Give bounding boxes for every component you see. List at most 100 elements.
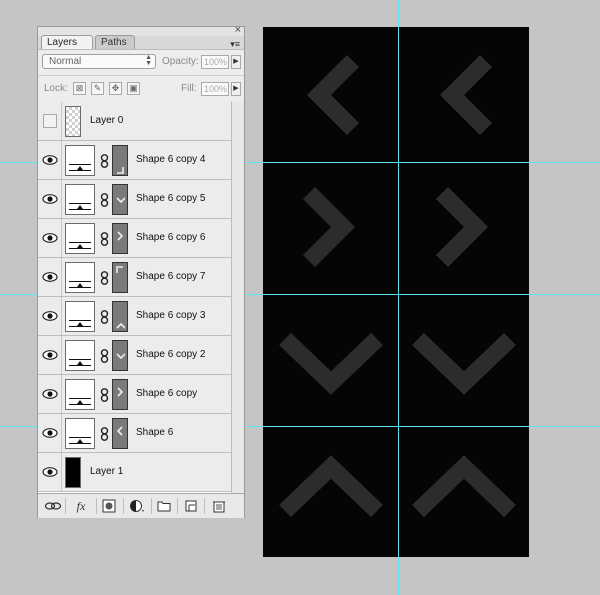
layers-scrollbar[interactable] [231, 102, 244, 493]
vector-layer-thumbnail [65, 418, 95, 449]
new-layer-icon[interactable] [182, 499, 200, 513]
arrow-down-icon [116, 197, 125, 204]
vector-mask-thumbnail[interactable] [112, 262, 128, 293]
arrow-left-icon [116, 426, 123, 436]
layer-row[interactable]: Layer 1 [38, 453, 231, 492]
arrow-down-icon [116, 353, 125, 360]
layer-row[interactable]: Shape 6 [38, 414, 231, 453]
chevron-up-icon [412, 455, 516, 518]
visibility-eye-icon[interactable] [41, 269, 59, 285]
opacity-label: Opacity: [162, 56, 199, 67]
vector-layer-thumbnail [65, 223, 95, 254]
layer-name[interactable]: Shape 6 copy 2 [136, 349, 206, 360]
chevron-down-icon [279, 332, 383, 395]
layer-row[interactable]: Shape 6 copy 7 [38, 258, 231, 297]
visibility-eye-icon[interactable] [41, 308, 59, 324]
fill-slider-arrow-icon[interactable]: ▶ [231, 82, 241, 96]
vector-layer-thumbnail [65, 379, 95, 410]
link-chain-icon[interactable] [100, 154, 109, 168]
layer-name[interactable]: Shape 6 copy 7 [136, 271, 206, 282]
link-chain-icon[interactable] [100, 310, 109, 324]
layer-row[interactable]: Shape 6 copy 4 [38, 141, 231, 180]
visibility-eye-icon[interactable] [41, 464, 59, 480]
layer-name[interactable]: Shape 6 copy [136, 388, 197, 399]
layer-thumbnail [65, 457, 81, 488]
vector-mask-thumbnail[interactable] [112, 223, 128, 254]
visibility-eye-icon[interactable] [41, 191, 59, 207]
fill-label: Fill: [181, 83, 197, 94]
visibility-eye-icon[interactable] [41, 425, 59, 441]
layers-list: Layer 0 Shape 6 copy 4 Shape 6 copy 5 Shape… [38, 102, 231, 493]
visibility-eye-icon[interactable] [41, 230, 59, 246]
tab-paths-label: Paths [101, 37, 127, 48]
chevron-right-icon [302, 186, 356, 268]
layer-row[interactable]: Shape 6 copy [38, 375, 231, 414]
add-mask-icon[interactable] [100, 499, 118, 513]
layer-name[interactable]: Layer 0 [90, 115, 123, 126]
visibility-eye-icon[interactable] [41, 386, 59, 402]
layer-name[interactable]: Layer 1 [90, 466, 123, 477]
vector-mask-thumbnail[interactable] [112, 340, 128, 371]
fx-icon[interactable]: fx [72, 499, 90, 513]
lock-transparent-pixels-icon[interactable]: ⊠ [73, 82, 86, 95]
arrow-up-icon [116, 322, 125, 329]
vector-mask-thumbnail[interactable] [112, 301, 128, 332]
layer-thumbnail [65, 106, 81, 137]
link-layers-icon[interactable] [44, 499, 62, 513]
lock-image-pixels-icon[interactable]: ✎ [91, 82, 104, 95]
vector-mask-thumbnail[interactable] [112, 418, 128, 449]
arrow-up-left-icon [116, 266, 123, 273]
layer-name[interactable]: Shape 6 copy 6 [136, 232, 206, 243]
vector-layer-thumbnail [65, 184, 95, 215]
trash-icon[interactable] [210, 499, 228, 513]
visibility-eye-icon[interactable] [41, 347, 59, 363]
vector-mask-thumbnail[interactable] [112, 184, 128, 215]
opacity-input[interactable]: 100% [201, 55, 229, 69]
layer-name[interactable]: Shape 6 copy 5 [136, 193, 206, 204]
vertical-guide[interactable] [398, 0, 399, 595]
link-chain-icon[interactable] [100, 388, 109, 402]
layer-name[interactable]: Shape 6 [136, 427, 173, 438]
arrow-right-icon [117, 231, 124, 241]
tab-paths[interactable]: Paths [95, 35, 135, 49]
panel-footer: fx [38, 493, 244, 518]
lock-all-icon[interactable]: ▣ [127, 82, 140, 95]
link-chain-icon[interactable] [100, 427, 109, 441]
visibility-toggle-empty[interactable] [43, 114, 57, 128]
tab-layers[interactable]: Layers × [41, 35, 93, 62]
lock-position-icon[interactable]: ✥ [109, 82, 122, 95]
blend-options-row: Normal ▲ ▼ Opacity: 100% ▶ [38, 49, 244, 76]
layer-row[interactable]: Shape 6 copy 3 [38, 297, 231, 336]
link-chain-icon[interactable] [100, 232, 109, 246]
updown-icon: ▲ ▼ [145, 54, 152, 67]
canvas-document[interactable] [263, 27, 529, 557]
visibility-eye-icon[interactable] [41, 152, 59, 168]
link-chain-icon[interactable] [100, 271, 109, 285]
layer-row[interactable]: Shape 6 copy 6 [38, 219, 231, 258]
adjustment-layer-icon[interactable] [128, 499, 146, 513]
lock-options-row: Lock: ⊠ ✎ ✥ ▣ Fill: 100% ▶ [38, 75, 244, 103]
opacity-slider-arrow-icon[interactable]: ▶ [231, 55, 241, 69]
link-chain-icon[interactable] [100, 349, 109, 363]
chevron-down-icon [412, 332, 516, 395]
fill-input[interactable]: 100% [201, 82, 229, 96]
arrow-right-icon [117, 387, 124, 397]
layer-row[interactable]: Layer 0 [38, 102, 231, 141]
layers-panel: × Layers × Paths ▾≡ Normal ▲▼ Opacity: 1… [37, 25, 245, 518]
layer-name[interactable]: Shape 6 copy 3 [136, 310, 206, 321]
vector-layer-thumbnail [65, 301, 95, 332]
tab-layers-label: Layers [47, 37, 78, 48]
vector-mask-thumbnail[interactable] [112, 145, 128, 176]
chevron-left-icon [306, 54, 360, 136]
layer-name[interactable]: Shape 6 copy 4 [136, 154, 206, 165]
layer-row[interactable]: Shape 6 copy 5 [38, 180, 231, 219]
blend-mode-value: Normal [49, 56, 82, 67]
vector-layer-thumbnail [65, 145, 95, 176]
new-group-icon[interactable] [155, 499, 173, 513]
vector-mask-thumbnail[interactable] [112, 379, 128, 410]
layer-row[interactable]: Shape 6 copy 2 [38, 336, 231, 375]
vector-layer-thumbnail [65, 340, 95, 371]
close-panel-icon[interactable]: × [235, 25, 241, 36]
link-chain-icon[interactable] [100, 193, 109, 207]
blend-mode-select[interactable]: Normal ▲ ▼ [42, 54, 156, 69]
